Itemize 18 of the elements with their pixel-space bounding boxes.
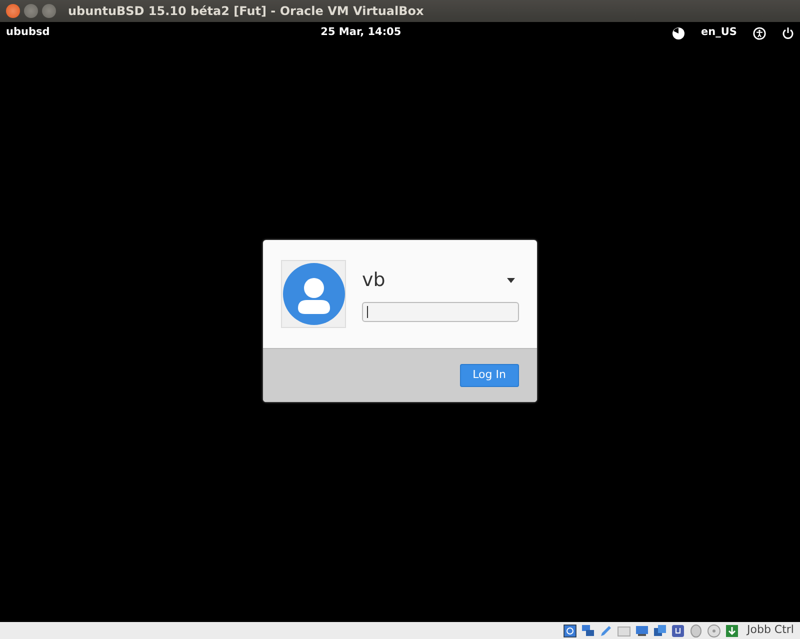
- windows-icon[interactable]: [652, 624, 667, 638]
- monitor-icon[interactable]: [634, 624, 649, 638]
- close-button[interactable]: [6, 4, 20, 18]
- password-field[interactable]: [362, 302, 519, 322]
- download-icon[interactable]: [724, 624, 739, 638]
- minimize-button[interactable]: [24, 4, 38, 18]
- keyboard-layout[interactable]: en_US: [701, 25, 737, 41]
- dropdown-caret-icon[interactable]: [507, 278, 515, 282]
- host-key: Jobb Ctrl: [746, 622, 794, 639]
- window-title: ubuntuBSD 15.10 béta2 [Fut] - Oracle VM VirtualBox: [68, 3, 424, 20]
- accessibility-icon[interactable]: [752, 26, 766, 40]
- power-icon[interactable]: [782, 27, 794, 39]
- pen-icon[interactable]: [598, 624, 613, 638]
- date-time[interactable]: 25 Mar, 14:05: [320, 25, 402, 41]
- hostname: ububsd: [6, 25, 50, 40]
- username[interactable]: vb: [362, 266, 386, 294]
- maximize-button[interactable]: [42, 4, 56, 18]
- usb-icon[interactable]: [670, 624, 685, 638]
